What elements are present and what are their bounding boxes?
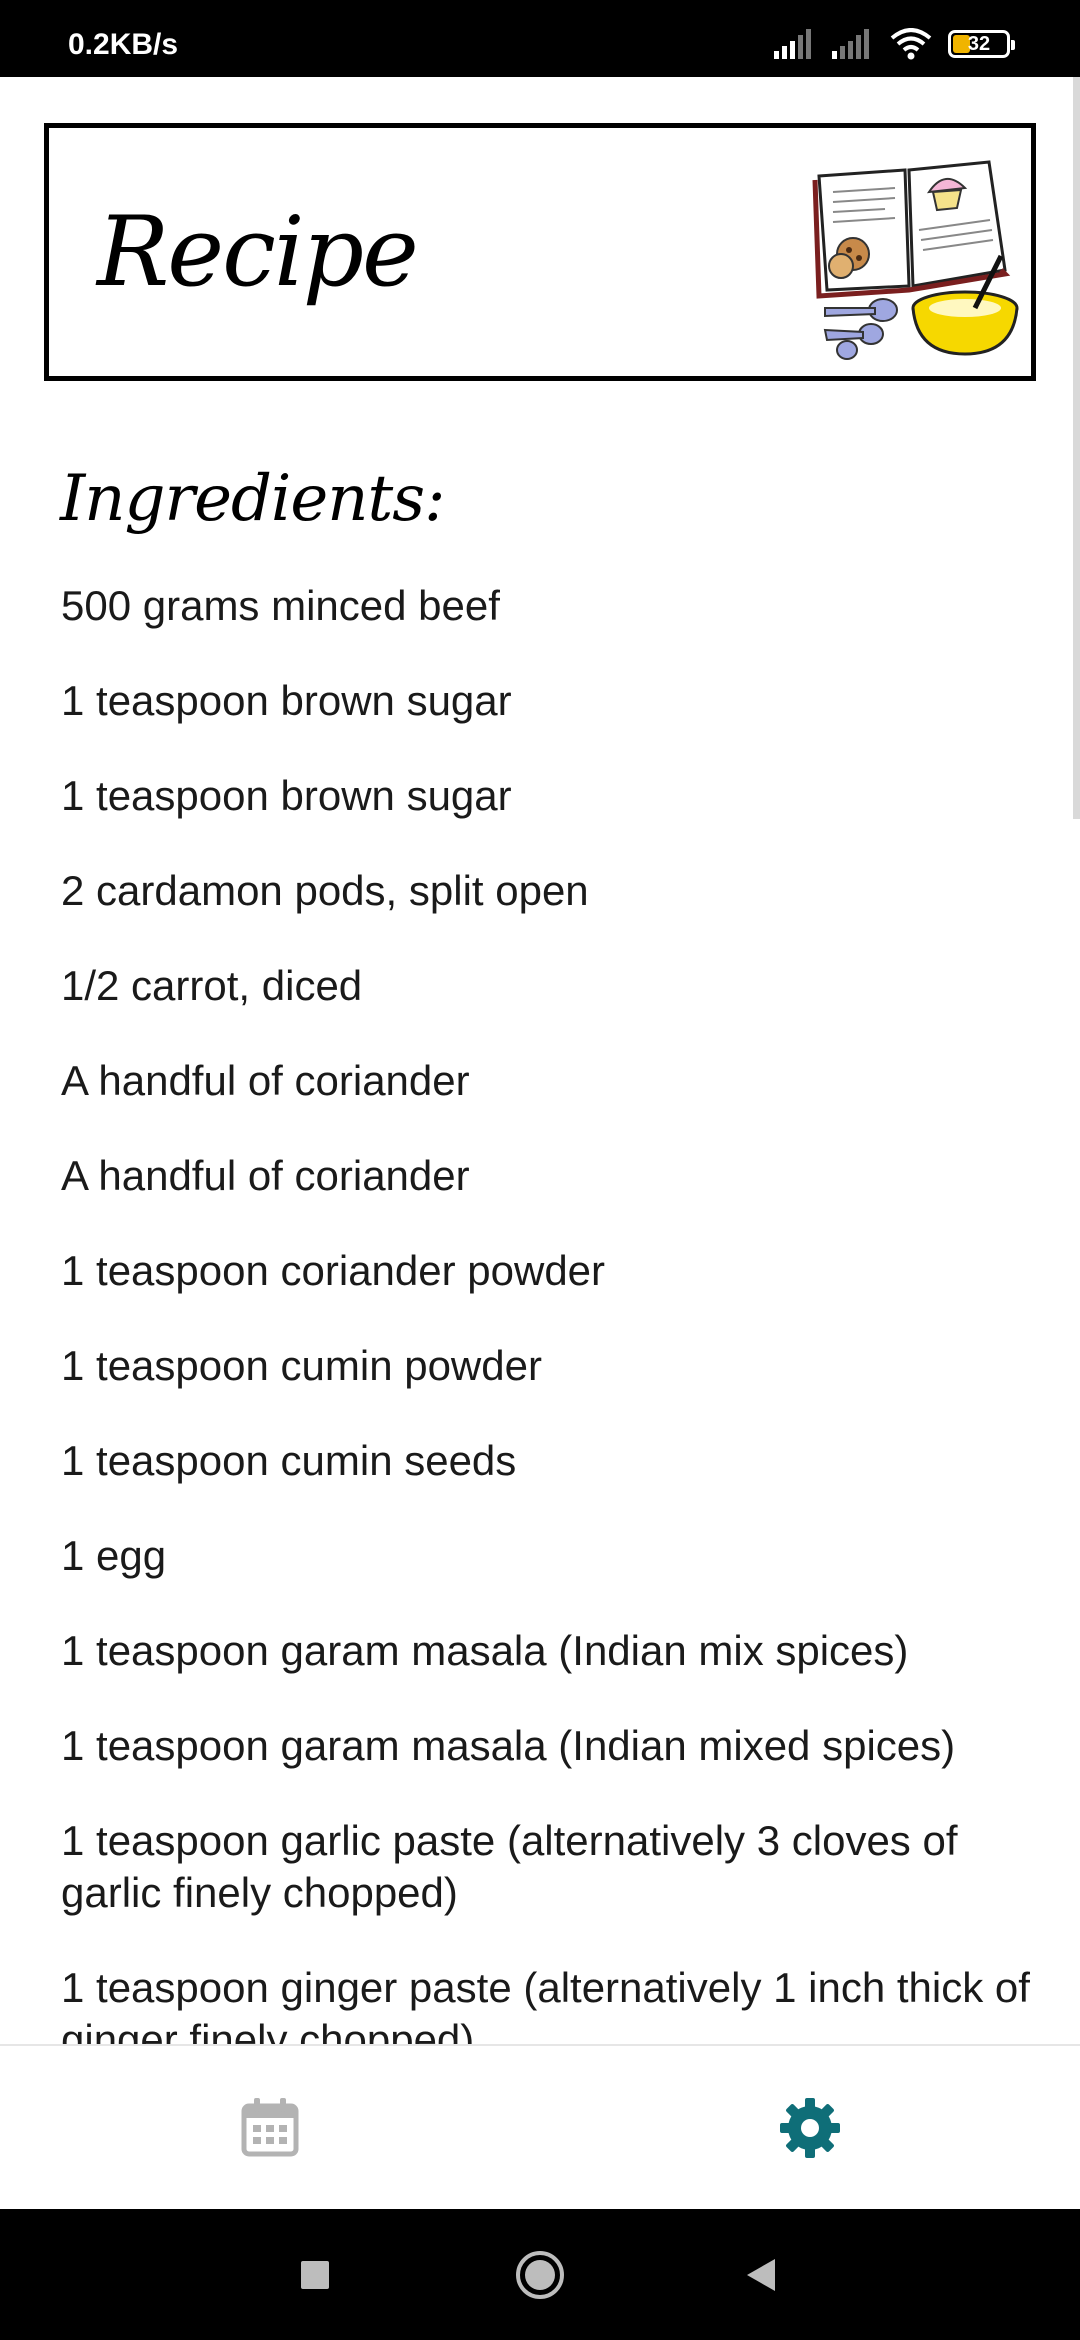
ingredient-item: 1 teaspoon garlic paste (alternatively 3…	[61, 1817, 958, 1916]
back-triangle-icon[interactable]	[733, 2247, 789, 2303]
ingredient-item: 1 teaspoon coriander powder	[61, 1247, 606, 1294]
ingredient-item: 1 teaspoon cumin powder	[61, 1342, 542, 1389]
ingredient-item: 2 cardamon pods, split open	[61, 867, 589, 914]
recipe-content[interactable]: Recipe Ingredients: 500 grams minced bee…	[0, 77, 1080, 2044]
ingredient-list: 500 grams minced beef 1 teaspoon brown su…	[61, 580, 1041, 2044]
ingredient-item: A handful of coriander	[61, 1057, 470, 1104]
page-title: Recipe	[97, 196, 419, 308]
scrollbar[interactable]	[1073, 77, 1080, 819]
signal-icon	[774, 29, 811, 59]
battery-icon: 32	[948, 30, 1015, 58]
ingredient-item: 1 teaspoon garam masala (Indian mix spic…	[61, 1627, 909, 1674]
status-icons: 32	[774, 26, 1015, 62]
recents-square-icon[interactable]	[287, 2247, 343, 2303]
wifi-icon	[890, 28, 932, 60]
home-circle-icon[interactable]	[512, 2247, 568, 2303]
recipe-book-illustration	[812, 160, 1019, 360]
ingredient-item: 500 grams minced beef	[61, 582, 500, 629]
ingredient-item: 1 teaspoon garam masala (Indian mixed sp…	[61, 1722, 956, 1769]
system-navigation-bar	[0, 2209, 1080, 2340]
ingredient-item: A handful of coriander	[61, 1152, 470, 1199]
signal-icon	[832, 29, 869, 59]
ingredient-item: 1/2 carrot, diced	[61, 962, 363, 1009]
ingredient-item: 1 teaspoon cumin seeds	[61, 1437, 517, 1484]
network-speed: 0.2KB/s	[68, 28, 179, 61]
ingredient-item: 1 teaspoon brown sugar	[61, 677, 512, 724]
ingredient-item: 1 teaspoon ginger paste (alternatively 1…	[61, 1964, 1030, 2044]
recipe-header-card: Recipe	[44, 123, 1036, 381]
battery-level: 32	[967, 33, 991, 55]
ingredient-item: 1 egg	[61, 1532, 167, 1579]
ingredients-heading: Ingredients:	[60, 462, 446, 536]
app-screen: 0.2KB/s 32 Recipe Ingredients: 500 grams…	[0, 0, 1080, 2340]
gear-icon[interactable]	[778, 2096, 842, 2160]
status-bar: 0.2KB/s 32	[0, 0, 1080, 77]
bottom-navigation	[0, 2044, 1080, 2209]
calendar-icon[interactable]	[238, 2096, 302, 2160]
ingredient-item: 1 teaspoon brown sugar	[61, 772, 512, 819]
